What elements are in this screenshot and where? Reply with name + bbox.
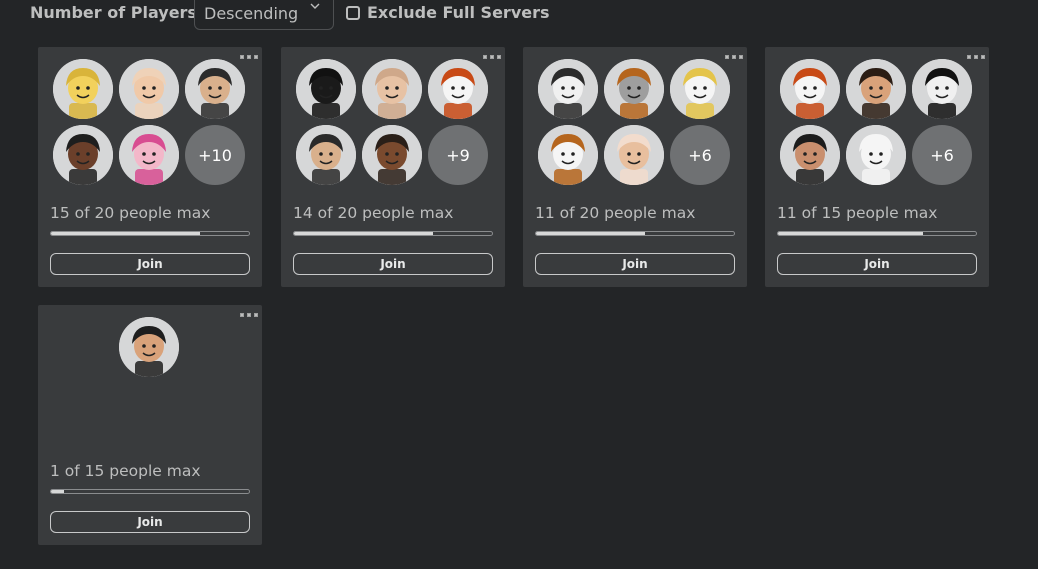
capacity-progress-bar [535,231,735,236]
more-players-count: +10 [185,125,245,185]
player-avatar[interactable] [296,59,356,119]
server-capacity-text: 11 of 15 people max [777,204,938,222]
player-avatar[interactable] [780,125,840,185]
player-avatars: +9 [296,59,496,189]
server-capacity-text: 14 of 20 people max [293,204,454,222]
join-button[interactable]: Join [50,253,250,275]
server-card: +9 14 of 20 people max Join [281,47,505,287]
capacity-progress-fill [536,232,645,235]
capacity-progress-fill [778,232,924,235]
join-button[interactable]: Join [535,253,735,275]
player-avatar[interactable] [846,125,906,185]
exclude-full-servers-label: Exclude Full Servers [367,3,550,22]
player-avatar[interactable] [912,59,972,119]
player-avatar[interactable] [119,317,179,377]
player-avatar[interactable] [296,125,356,185]
player-avatar[interactable] [362,125,422,185]
player-avatar[interactable] [604,125,664,185]
player-avatar[interactable] [119,59,179,119]
player-avatar[interactable] [604,59,664,119]
server-card: +10 15 of 20 people max Join [38,47,262,287]
player-avatar[interactable] [538,125,598,185]
more-players-count: +9 [428,125,488,185]
capacity-progress-fill [51,490,65,493]
player-avatars: +6 [538,59,738,189]
join-button[interactable]: Join [777,253,977,275]
player-avatars: +10 [53,59,253,189]
server-capacity-text: 1 of 15 people max [50,462,201,480]
capacity-progress-bar [777,231,977,236]
player-avatar[interactable] [53,125,113,185]
server-card: +6 11 of 20 people max Join [523,47,747,287]
player-avatar[interactable] [119,125,179,185]
more-players-count: +6 [670,125,730,185]
more-players-count: +6 [912,125,972,185]
sort-order-dropdown[interactable]: Descending [194,0,334,30]
player-avatars [53,317,253,447]
capacity-progress-bar [50,489,250,494]
capacity-progress-bar [293,231,493,236]
join-button[interactable]: Join [50,511,250,533]
server-capacity-text: 15 of 20 people max [50,204,211,222]
player-avatar[interactable] [185,59,245,119]
player-avatars: +6 [780,59,980,189]
player-avatar[interactable] [846,59,906,119]
capacity-progress-bar [50,231,250,236]
server-capacity-text: 11 of 20 people max [535,204,696,222]
capacity-progress-fill [294,232,433,235]
exclude-full-servers-checkbox[interactable] [346,6,360,20]
server-filter-toolbar: Number of Players Descending Exclude Ful… [0,0,1038,32]
capacity-progress-fill [51,232,200,235]
join-button[interactable]: Join [293,253,493,275]
sort-label: Number of Players [30,3,197,22]
player-avatar[interactable] [780,59,840,119]
player-avatar[interactable] [53,59,113,119]
sort-order-value: Descending [204,4,299,23]
player-avatar[interactable] [362,59,422,119]
server-card: +6 11 of 15 people max Join [765,47,989,287]
server-card: 1 of 15 people max Join [38,305,262,545]
player-avatar[interactable] [670,59,730,119]
chevron-down-icon [310,3,320,9]
player-avatar[interactable] [428,59,488,119]
player-avatar[interactable] [538,59,598,119]
